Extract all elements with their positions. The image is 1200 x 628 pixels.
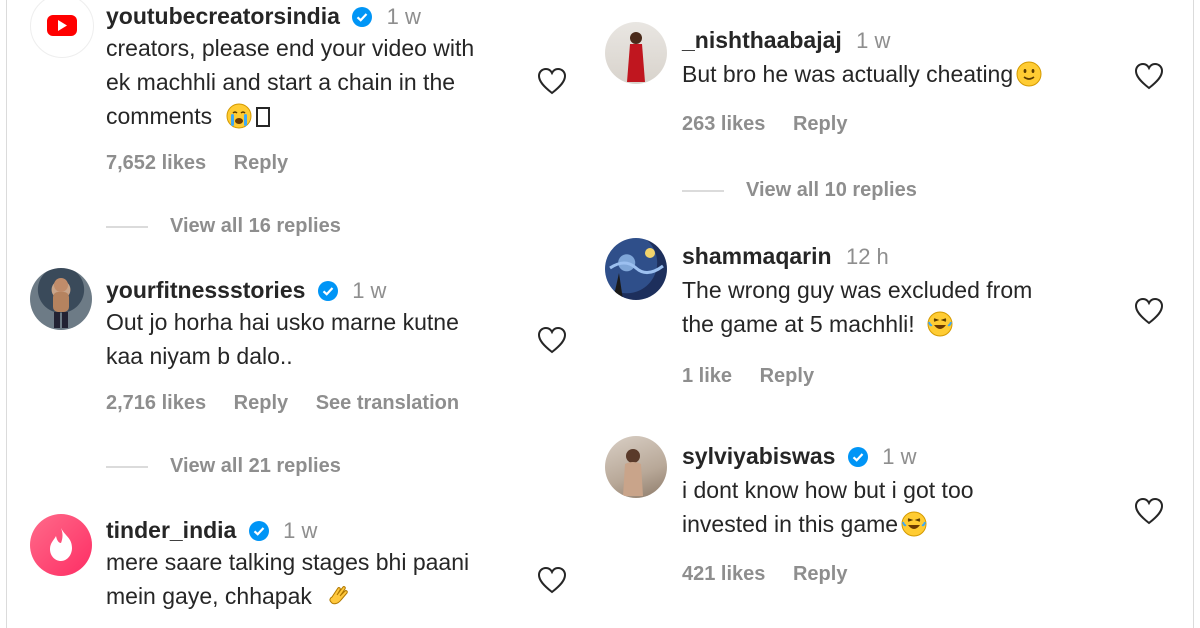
profile-photo bbox=[627, 32, 645, 82]
youtube-logo-icon bbox=[47, 15, 77, 36]
comment-line: comments bbox=[106, 103, 213, 129]
comment-line: i dont know how but i got too bbox=[682, 477, 974, 503]
comment-text: mere saare talking stages bhi paani mein… bbox=[106, 545, 469, 613]
comment-timestamp: 1 w bbox=[386, 4, 421, 29]
view-replies-button[interactable]: View all 16 replies bbox=[106, 213, 341, 239]
comment-item: youtubecreatorsindia 1 w creators, pleas… bbox=[0, 0, 590, 240]
avatar[interactable] bbox=[605, 22, 667, 84]
comment-timestamp: 1 w bbox=[856, 28, 891, 53]
profile-photo bbox=[623, 449, 643, 496]
view-replies-label: View all 16 replies bbox=[170, 215, 341, 237]
comment-username[interactable]: sylviyabiswas bbox=[682, 443, 835, 469]
avatar[interactable] bbox=[605, 436, 667, 498]
comment-text: But bro he was actually cheating bbox=[682, 57, 1042, 91]
laughing-tears-emoji-icon bbox=[901, 511, 927, 537]
verified-badge-icon bbox=[317, 281, 338, 301]
comment-item: yourfitnessstories 1 w Out jo horha hai … bbox=[0, 268, 590, 488]
heart-icon[interactable] bbox=[537, 566, 567, 594]
heart-icon[interactable] bbox=[1134, 297, 1164, 325]
comment-text: i dont know how but i got too invested i… bbox=[682, 473, 974, 541]
crying-face-emoji-icon bbox=[226, 103, 252, 129]
heart-icon[interactable] bbox=[1134, 497, 1164, 525]
comments-column-right: _nishthaabajaj 1 w But bro he was actual… bbox=[590, 0, 1200, 628]
comment-username[interactable]: _nishthaabajaj bbox=[682, 27, 842, 53]
likes-count[interactable]: 7,652 likes bbox=[106, 152, 206, 174]
avatar[interactable] bbox=[30, 0, 94, 58]
verified-badge-icon bbox=[248, 521, 269, 541]
likes-count[interactable]: 263 likes bbox=[682, 113, 765, 135]
comment-line: the game at 5 machhli! bbox=[682, 311, 915, 337]
comment-username[interactable]: shammaqarin bbox=[682, 243, 832, 269]
likes-count[interactable]: 1 like bbox=[682, 365, 732, 387]
comment-username[interactable]: tinder_india bbox=[106, 517, 236, 543]
likes-count[interactable]: 2,716 likes bbox=[106, 392, 206, 414]
comments-column-left: youtubecreatorsindia 1 w creators, pleas… bbox=[0, 0, 590, 628]
comment-item: _nishthaabajaj 1 w But bro he was actual… bbox=[590, 0, 1200, 210]
comment-item: tinder_india 1 w mere saare talking stag… bbox=[0, 508, 590, 628]
reply-button[interactable]: Reply bbox=[793, 563, 847, 585]
comment-text: creators, please end your video with ek … bbox=[106, 31, 474, 133]
comment-line: kaa niyam b dalo.. bbox=[106, 343, 293, 369]
tinder-flame-logo-icon bbox=[50, 528, 72, 561]
view-replies-label: View all 21 replies bbox=[170, 455, 341, 477]
comment-line: mein gaye, chhapak bbox=[106, 583, 312, 609]
comment-line: The wrong guy was excluded from bbox=[682, 277, 1033, 303]
avatar[interactable] bbox=[30, 268, 92, 330]
comment-line: Out jo horha hai usko marne kutne bbox=[106, 309, 459, 335]
reply-button[interactable]: Reply bbox=[793, 113, 847, 135]
comment-username[interactable]: youtubecreatorsindia bbox=[106, 3, 340, 29]
heart-icon[interactable] bbox=[1134, 62, 1164, 90]
comment-text: The wrong guy was excluded from the game… bbox=[682, 273, 1032, 341]
clapping-hands-emoji-icon bbox=[329, 586, 348, 605]
view-replies-label: View all 10 replies bbox=[746, 179, 917, 201]
missing-glyph-icon bbox=[256, 107, 271, 127]
heart-icon[interactable] bbox=[537, 67, 567, 95]
reply-button[interactable]: Reply bbox=[760, 365, 814, 387]
view-replies-button[interactable]: View all 21 replies bbox=[106, 453, 341, 479]
laughing-tears-emoji-icon bbox=[927, 311, 953, 337]
reply-button[interactable]: Reply bbox=[234, 152, 288, 174]
heart-icon[interactable] bbox=[537, 326, 567, 354]
comment-text: Out jo horha hai usko marne kutne kaa ni… bbox=[106, 305, 459, 373]
comment-timestamp: 1 w bbox=[352, 278, 387, 303]
likes-count[interactable]: 421 likes bbox=[682, 563, 765, 585]
comment-line: invested in this game bbox=[682, 511, 899, 537]
comment-username[interactable]: yourfitnessstories bbox=[106, 277, 305, 303]
avatar[interactable] bbox=[605, 238, 667, 300]
view-replies-button[interactable]: View all 10 replies bbox=[682, 177, 917, 203]
fitness-person-photo bbox=[53, 278, 69, 328]
comment-item: shammaqarin 12 h The wrong guy was exclu… bbox=[590, 236, 1200, 406]
replies-divider bbox=[106, 465, 148, 468]
see-translation-button[interactable]: See translation bbox=[316, 392, 459, 414]
avatar[interactable] bbox=[30, 514, 92, 576]
comment-line: mere saare talking stages bhi paani bbox=[106, 549, 470, 575]
comment-timestamp: 12 h bbox=[845, 244, 889, 269]
starry-night-photo bbox=[609, 248, 664, 300]
smiling-face-emoji-icon bbox=[1016, 61, 1042, 87]
replies-divider bbox=[106, 225, 148, 228]
comment-line: But bro he was actually cheating bbox=[682, 61, 1014, 87]
comment-line: ek machhli and start a chain in the bbox=[106, 69, 456, 95]
replies-divider bbox=[682, 189, 724, 192]
comment-line: creators, please end your video with bbox=[106, 35, 475, 61]
reply-button[interactable]: Reply bbox=[234, 392, 288, 414]
verified-badge-icon bbox=[352, 7, 373, 27]
comment-timestamp: 1 w bbox=[882, 444, 917, 469]
comment-item: sylviyabiswas 1 w i dont know how but i … bbox=[590, 436, 1200, 626]
verified-badge-icon bbox=[847, 447, 868, 467]
comment-timestamp: 1 w bbox=[283, 518, 318, 543]
